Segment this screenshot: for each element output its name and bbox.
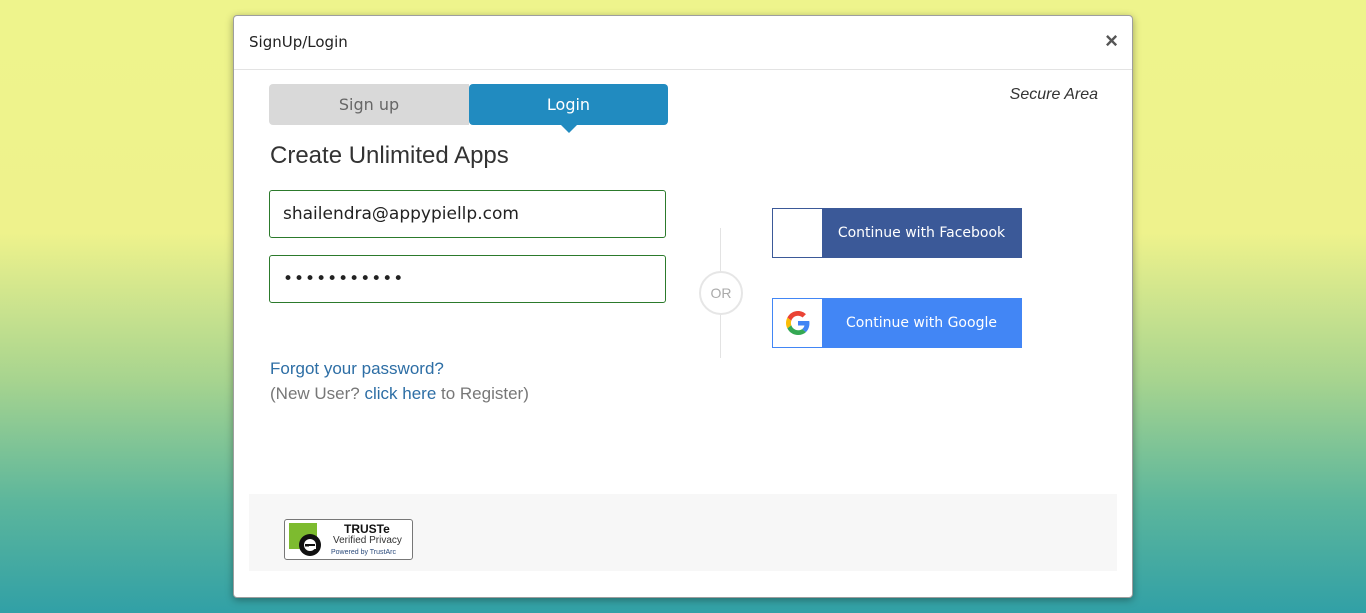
new-user-prefix: (New User? xyxy=(270,384,365,403)
facebook-button-label: Continue with Facebook xyxy=(822,209,1021,257)
facebook-login-button[interactable]: Continue with Facebook xyxy=(772,208,1022,258)
password-field[interactable] xyxy=(269,255,666,303)
new-user-text: (New User? click here to Register) xyxy=(270,384,529,404)
email-field[interactable] xyxy=(269,190,666,238)
new-user-suffix: to Register) xyxy=(436,384,529,403)
google-icon xyxy=(773,299,822,347)
modal-header: SignUp/Login × xyxy=(234,16,1132,70)
google-button-label: Continue with Google xyxy=(822,299,1021,347)
active-tab-pointer xyxy=(561,125,577,133)
forgot-password-link[interactable]: Forgot your password? xyxy=(270,359,444,379)
login-modal: SignUp/Login × Sign up Login Secure Area… xyxy=(233,15,1133,598)
auth-tabs: Sign up Login xyxy=(269,84,668,133)
truste-subtitle: Verified Privacy xyxy=(333,535,402,546)
google-login-button[interactable]: Continue with Google xyxy=(772,298,1022,348)
tab-signup[interactable]: Sign up xyxy=(269,84,469,125)
modal-title: SignUp/Login xyxy=(249,33,348,51)
or-divider: OR xyxy=(699,271,743,315)
close-icon[interactable]: × xyxy=(1105,28,1118,54)
truste-title: TRUSTe xyxy=(344,522,390,536)
register-link[interactable]: click here xyxy=(364,384,436,403)
tab-login-label: Login xyxy=(546,95,591,114)
tab-login[interactable]: Login xyxy=(469,84,668,133)
facebook-icon xyxy=(773,209,822,257)
truste-logo-icon xyxy=(289,523,321,556)
truste-powered: Powered by TrustArc xyxy=(331,549,396,556)
page-heading: Create Unlimited Apps xyxy=(270,142,509,169)
modal-footer: TRUSTe Verified Privacy Powered by Trust… xyxy=(249,494,1117,571)
truste-badge[interactable]: TRUSTe Verified Privacy Powered by Trust… xyxy=(284,519,413,560)
secure-area-label: Secure Area xyxy=(1009,86,1098,103)
